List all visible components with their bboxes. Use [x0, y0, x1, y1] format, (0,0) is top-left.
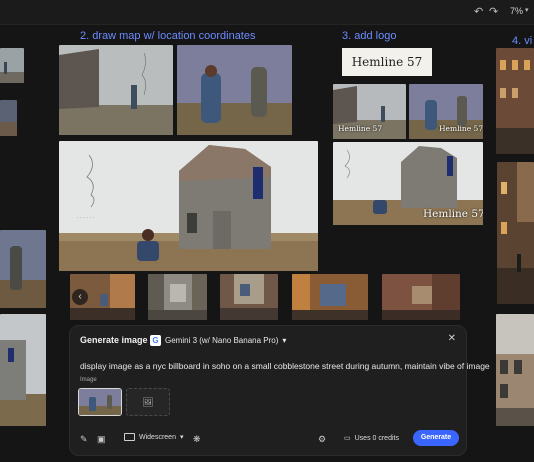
step-3-label: 3. add logo — [342, 30, 397, 42]
canvas-image[interactable] — [59, 45, 173, 135]
top-toolbar: ↶ ↷ 7% ▾ — [0, 0, 534, 25]
canvas-image[interactable] — [177, 45, 292, 135]
chevron-down-icon: ▾ — [179, 434, 184, 441]
chevron-down-icon: ▾ — [282, 335, 287, 345]
variation-thumb[interactable] — [220, 274, 278, 320]
canvas-image[interactable] — [497, 162, 534, 304]
variation-thumb[interactable] — [382, 274, 460, 320]
effects-icon[interactable]: ❋ — [193, 434, 201, 445]
canvas-image[interactable] — [496, 48, 534, 154]
credits-icon: ▭ — [344, 435, 351, 442]
add-image-button[interactable]: 🖼 — [126, 388, 170, 416]
redo-icon[interactable]: ↷ — [489, 5, 498, 18]
variation-thumb[interactable] — [292, 274, 368, 320]
undo-icon[interactable]: ↶ — [474, 5, 483, 18]
generate-button[interactable]: Generate — [413, 430, 459, 446]
logo-watermark: Hemline 57 — [338, 124, 383, 133]
canvas-image[interactable] — [0, 314, 46, 426]
logo-watermark: Hemline 57 — [439, 124, 483, 133]
step-4-label: 4. vi — [512, 35, 533, 47]
logo-watermark: Hemline 57 — [423, 208, 483, 220]
canvas-image[interactable]: Hemline 57 — [409, 84, 483, 139]
model-selector[interactable]: G Gemini 3 (w/ Nano Banana Pro) ▾ — [150, 333, 286, 347]
reference-image[interactable] — [78, 388, 122, 416]
eyedropper-icon[interactable]: ✎ — [80, 434, 88, 445]
zoom-level[interactable]: 7% — [510, 6, 523, 16]
aspect-ratio-selector[interactable]: Widescreen ▾ — [124, 433, 183, 441]
canvas-image[interactable] — [496, 314, 534, 426]
image-add-icon: 🖼 — [142, 396, 154, 407]
svg-text:· · · · · ·: · · · · · · — [77, 215, 95, 221]
aspect-label: Widescreen — [139, 433, 176, 441]
chevron-down-icon[interactable]: ▾ — [525, 6, 529, 14]
canvas-image[interactable] — [0, 100, 17, 136]
canvas[interactable]: ↶ ↷ 7% ▾ 2. draw map w/ location coordin… — [0, 0, 534, 462]
variation-thumb[interactable] — [148, 274, 207, 320]
widescreen-icon — [124, 433, 135, 441]
prompt-input[interactable]: display image as a nyc billboard in soho… — [80, 361, 490, 371]
logo-card[interactable]: Hemline 57 — [342, 48, 432, 76]
style-reference-icon[interactable]: ▣ — [97, 434, 106, 445]
close-icon[interactable]: ✕ — [448, 333, 456, 344]
step-2-label: 2. draw map w/ location coordinates — [80, 30, 256, 42]
google-icon: G — [150, 334, 161, 346]
generate-image-panel: Generate image G Gemini 3 (w/ Nano Banan… — [69, 325, 490, 456]
credits-indicator: ▭ Uses 0 credits — [344, 434, 399, 443]
canvas-image[interactable]: Hemline 57 — [333, 84, 406, 139]
chevron-left-icon[interactable]: ‹ — [72, 289, 88, 305]
settings-icon[interactable]: ⚙ — [318, 434, 326, 445]
variation-strip — [70, 274, 462, 322]
image-label: Image — [80, 377, 97, 383]
canvas-image[interactable] — [0, 230, 46, 308]
model-name: Gemini 3 (w/ Nano Banana Pro) — [165, 335, 279, 345]
canvas-image[interactable] — [0, 48, 24, 83]
canvas-image[interactable]: Hemline 57 — [333, 142, 483, 225]
canvas-image-selected[interactable]: · · · · · · — [59, 141, 318, 271]
panel-title: Generate image — [80, 335, 148, 345]
credits-label: Uses 0 credits — [354, 434, 399, 442]
